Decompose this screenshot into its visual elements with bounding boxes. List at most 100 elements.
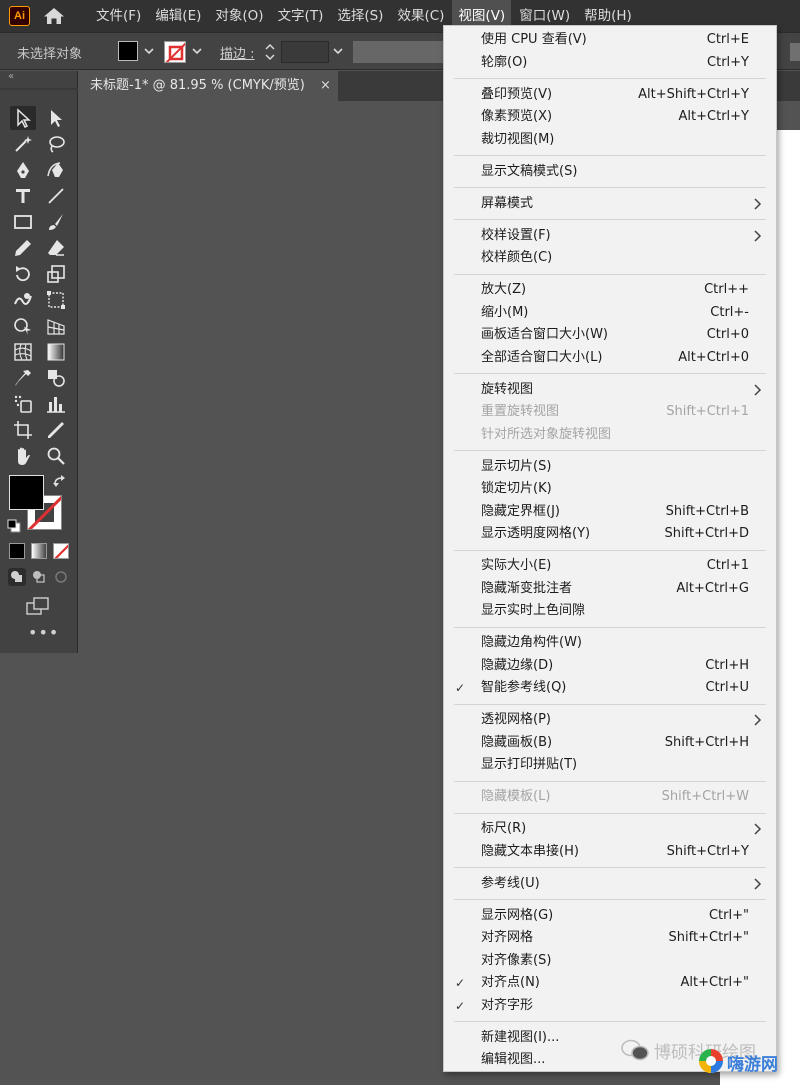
selection-tool-icon[interactable] [10,106,36,130]
menu-item[interactable]: 隐藏边角构件(W) [444,632,776,654]
menu-item[interactable]: 像素预览(X) Alt+Ctrl+Y [444,106,776,128]
menu-item-label: 旋转视图 [481,381,534,397]
menu-item-label: 校样颜色(C) [481,250,553,265]
menu-item[interactable]: 缩小(M) Ctrl+- [444,302,776,324]
draw-inside-icon[interactable] [52,568,70,586]
lasso-tool-icon[interactable] [43,132,69,156]
menu-separator [454,155,766,156]
menu-item[interactable]: ✓ 对齐点(N) Alt+Ctrl+" [444,972,776,994]
document-tab[interactable]: 未标题-1* @ 81.95 % (CMYK/预览) [80,71,338,101]
menu-item[interactable]: 叠印预览(V) Alt+Shift+Ctrl+Y [444,84,776,106]
gradient-mode-swatch[interactable] [31,543,47,559]
menu-item[interactable]: 裁切视图(M) [444,129,776,151]
column-graph-tool-icon[interactable] [43,392,69,416]
direct-selection-tool-icon[interactable] [43,106,69,130]
color-mode-swatch[interactable] [9,543,25,559]
menu-item[interactable]: 隐藏渐变批注者 Alt+Ctrl+G [444,578,776,600]
menu-item[interactable]: 校样颜色(C) [444,247,776,269]
menu-item[interactable]: 隐藏文本串接(H) Shift+Ctrl+Y [444,841,776,863]
menu-item[interactable]: 屏幕模式 [444,193,776,215]
chevron-down-icon[interactable] [333,47,343,55]
menu-item[interactable]: 对齐网格 Shift+Ctrl+" [444,927,776,949]
blend-tool-icon[interactable] [43,366,69,390]
menu-item[interactable]: 实际大小(E) Ctrl+1 [444,555,776,577]
menu-item[interactable]: 放大(Z) Ctrl++ [444,279,776,301]
menu-item[interactable]: 锁定切片(K) [444,478,776,500]
menu-item[interactable]: 编辑(E) [149,0,207,32]
free-transform-tool-icon[interactable] [43,288,69,312]
menu-item[interactable]: 文字(T) [272,0,330,32]
menu-item-label: 全部适合窗口大小(L) [481,349,603,365]
menu-item[interactable]: 标尺(R) [444,818,776,840]
stroke-color-swatch[interactable] [164,41,186,63]
hand-tool-icon[interactable] [10,444,36,468]
stroke-weight-input[interactable] [281,41,329,63]
paintbrush-tool-icon[interactable] [43,210,69,234]
eyedropper-tool-icon[interactable] [10,366,36,390]
pen-tool-icon[interactable] [10,158,36,182]
line-segment-tool-icon[interactable] [43,184,69,208]
menu-item[interactable]: 显示实时上色间隙 [444,600,776,622]
menu-item[interactable]: 校样设置(F) [444,225,776,247]
screen-mode-icon[interactable] [26,597,50,615]
draw-behind-icon[interactable] [30,568,48,586]
artboard-tool-icon[interactable] [10,418,36,442]
shape-builder-tool-icon[interactable] [10,314,36,338]
rotate-tool-icon[interactable] [10,262,36,286]
mesh-tool-icon[interactable] [10,340,36,364]
swap-fill-stroke-icon[interactable] [53,475,67,489]
menu-item[interactable]: 显示切片(S) [444,456,776,478]
menu-item[interactable]: 隐藏边缘(D) Ctrl+H [444,655,776,677]
fill-color-box[interactable] [9,475,44,510]
menu-item-shortcut: Shift+Ctrl+Y [666,843,749,859]
menu-item[interactable]: 显示透明度网格(Y) Shift+Ctrl+D [444,523,776,545]
menu-item[interactable]: 轮廓(O) Ctrl+Y [444,52,776,74]
menu-item[interactable]: 显示网格(G) Ctrl+" [444,905,776,927]
stroke-weight-spinner-icon[interactable] [264,41,276,63]
stroke-label[interactable]: 描边 : [220,43,255,62]
chevron-down-icon[interactable] [192,47,202,55]
zoom-tool-icon[interactable] [43,444,69,468]
menu-item[interactable]: 显示打印拼贴(T) [444,754,776,776]
menu-item[interactable]: 对齐像素(S) [444,950,776,972]
menu-item[interactable]: 选择(S) [331,0,389,32]
menu-item[interactable]: 画板适合窗口大小(W) Ctrl+0 [444,324,776,346]
fill-color-swatch[interactable] [118,41,138,61]
rectangle-tool-icon[interactable] [10,210,36,234]
menu-item[interactable]: 透视网格(P) [444,709,776,731]
close-tab-icon[interactable]: × [320,71,334,101]
gradient-tool-icon[interactable] [43,340,69,364]
menu-item[interactable]: 文件(F) [90,0,147,32]
variable-width-profile[interactable] [353,41,445,63]
menu-item[interactable]: ✓ 智能参考线(Q) Ctrl+U [444,677,776,699]
menu-item[interactable]: 隐藏定界框(J) Shift+Ctrl+B [444,501,776,523]
more-tools-icon[interactable]: ••• [28,623,59,642]
menu-item[interactable]: 全部适合窗口大小(L) Alt+Ctrl+0 [444,347,776,369]
magic-wand-tool-icon[interactable] [10,132,36,156]
menu-item[interactable]: 效果(C) [391,0,450,32]
menu-item[interactable]: 使用 CPU 查看(V) Ctrl+E [444,29,776,51]
menu-item[interactable]: ✓ 对齐字形 [444,995,776,1017]
control-bar-overflow[interactable] [790,43,800,61]
default-fill-stroke-icon[interactable] [7,519,21,533]
type-tool-icon[interactable] [10,184,36,208]
home-icon[interactable] [43,7,65,25]
curvature-tool-icon[interactable] [43,158,69,182]
collapse-panel-icon[interactable]: « [8,71,14,82]
menu-item[interactable]: 参考线(U) [444,873,776,895]
menu-item[interactable]: 对象(O) [209,0,269,32]
chevron-down-icon[interactable] [144,47,154,55]
perspective-grid-tool-icon[interactable] [43,314,69,338]
none-mode-swatch[interactable] [53,543,69,559]
draw-normal-icon[interactable] [8,568,26,586]
symbol-sprayer-tool-icon[interactable] [10,392,36,416]
menu-item[interactable]: 显示文稿模式(S) [444,161,776,183]
warp-tool-icon[interactable] [10,288,36,312]
scale-tool-icon[interactable] [43,262,69,286]
menu-item[interactable]: 隐藏画板(B) Shift+Ctrl+H [444,732,776,754]
panel-grip[interactable] [0,88,78,90]
pencil-tool-icon[interactable] [10,236,36,260]
slice-tool-icon[interactable] [43,418,69,442]
menu-item[interactable]: 旋转视图 [444,379,776,401]
eraser-tool-icon[interactable] [43,236,69,260]
